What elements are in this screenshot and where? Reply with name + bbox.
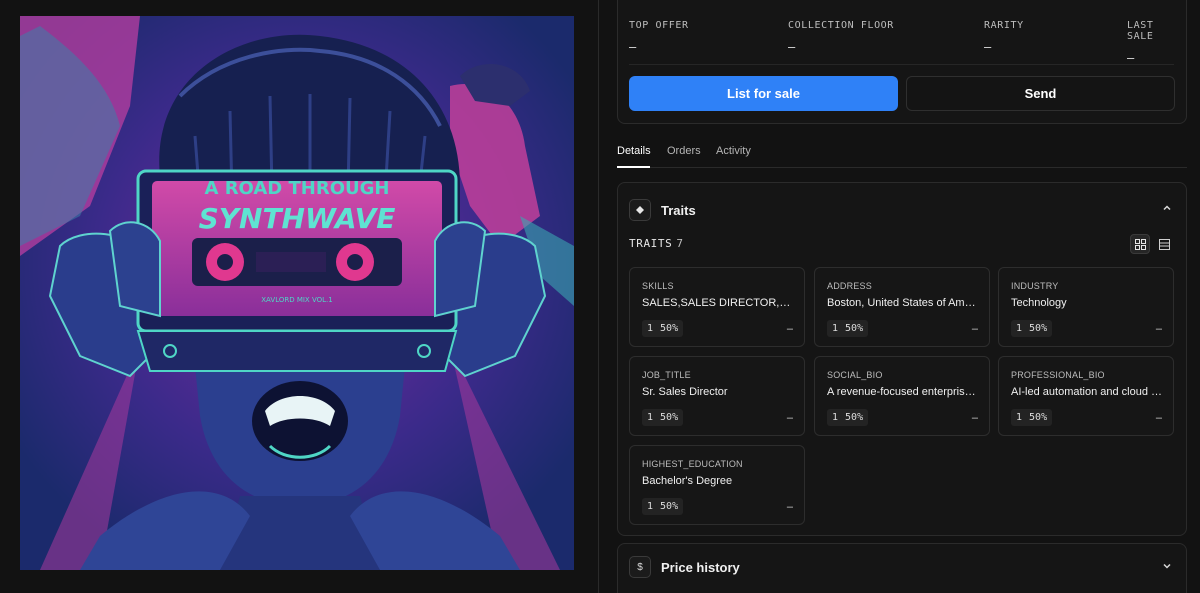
chevron-up-icon[interactable] — [1162, 203, 1172, 216]
traits-section: Traits TRAITS 7 SKILLS SALES,SALES DIRECT… — [617, 182, 1187, 536]
stat-label: COLLECTION FLOOR — [788, 20, 894, 31]
trait-type: HIGHEST_EDUCATION — [642, 459, 743, 469]
trait-type: ADDRESS — [827, 281, 872, 291]
traits-count: 7 — [676, 237, 684, 250]
stat-label: RARITY — [984, 20, 1024, 31]
trait-floor-price: – — [786, 501, 793, 513]
trait-type: SOCIAL_BIO — [827, 370, 883, 380]
stat-rarity: RARITY – — [984, 20, 1024, 54]
price-stats-card: TOP OFFER – COLLECTION FLOOR – RARITY – … — [617, 0, 1187, 124]
trait-count: 1 — [647, 412, 654, 423]
trait-count-badge: 1 50% — [827, 320, 869, 337]
trait-count: 1 — [1016, 323, 1023, 334]
tab-details[interactable]: Details — [617, 145, 651, 157]
trait-value: Boston, United States of Ameri… — [827, 297, 979, 309]
trait-percent: 50% — [1029, 323, 1048, 334]
traits-count-row: TRAITS 7 — [629, 237, 684, 250]
trait-floor-price: – — [971, 323, 978, 335]
stat-value: – — [788, 39, 796, 54]
trait-percent: 50% — [660, 323, 679, 334]
trait-card-industry[interactable]: INDUSTRY Technology 1 50% – — [998, 267, 1174, 347]
chevron-down-icon[interactable] — [1162, 561, 1172, 574]
trait-value: SALES,SALES DIRECTOR,DAT… — [642, 297, 794, 309]
trait-count-badge: 1 50% — [1011, 409, 1053, 426]
price-history-title[interactable]: Price history — [661, 560, 740, 575]
stat-collection-floor: COLLECTION FLOOR – — [788, 20, 894, 54]
trait-count-badge: 1 50% — [827, 409, 869, 426]
trait-percent: 50% — [660, 501, 679, 512]
trait-type: INDUSTRY — [1011, 281, 1059, 291]
artwork-subtitle: XAVLORD MIX VOL.1 — [261, 296, 332, 304]
trait-card-professional-bio[interactable]: PROFESSIONAL_BIO AI-led automation and c… — [998, 356, 1174, 436]
trait-card-job-title[interactable]: JOB_TITLE Sr. Sales Director 1 50% – — [629, 356, 805, 436]
stat-top-offer: TOP OFFER – — [629, 20, 689, 54]
stat-label: LAST SALE — [1127, 20, 1154, 42]
trait-card-social-bio[interactable]: SOCIAL_BIO A revenue-focused enterprise … — [814, 356, 990, 436]
tab-orders[interactable]: Orders — [667, 145, 701, 157]
trait-count-badge: 1 50% — [642, 498, 684, 515]
tab-activity[interactable]: Activity — [716, 145, 751, 157]
trait-card-address[interactable]: ADDRESS Boston, United States of Ameri… … — [814, 267, 990, 347]
artwork-title-line1: A ROAD THROUGH — [205, 178, 390, 199]
stat-value: – — [1127, 50, 1135, 65]
trait-type: JOB_TITLE — [642, 370, 691, 380]
trait-count: 1 — [647, 501, 654, 512]
traits-count-label: TRAITS — [629, 237, 673, 250]
trait-value: Technology — [1011, 297, 1067, 309]
trait-type: SKILLS — [642, 281, 674, 291]
trait-floor-price: – — [786, 323, 793, 335]
trait-count-badge: 1 50% — [642, 320, 684, 337]
trait-floor-price: – — [1155, 412, 1162, 424]
trait-count: 1 — [832, 323, 839, 334]
diamond-icon — [629, 199, 651, 221]
trait-floor-price: – — [1155, 323, 1162, 335]
grid-view-icon[interactable] — [1130, 234, 1150, 254]
trait-count: 1 — [832, 412, 839, 423]
trait-card-skills[interactable]: SKILLS SALES,SALES DIRECTOR,DAT… 1 50% – — [629, 267, 805, 347]
trait-floor-price: – — [971, 412, 978, 424]
trait-type: PROFESSIONAL_BIO — [1011, 370, 1105, 380]
trait-count-badge: 1 50% — [1011, 320, 1053, 337]
trait-percent: 50% — [845, 323, 864, 334]
list-view-icon[interactable] — [1154, 234, 1174, 254]
stat-label: TOP OFFER — [629, 20, 689, 31]
nft-artwork-image[interactable]: A ROAD THROUGH SYNTHWAVE XAVLORD MIX VOL… — [20, 16, 574, 570]
price-history-section[interactable]: $ Price history — [617, 543, 1187, 593]
trait-percent: 50% — [845, 412, 864, 423]
list-for-sale-button[interactable]: List for sale — [629, 76, 898, 111]
stat-value: – — [629, 39, 637, 54]
trait-percent: 50% — [660, 412, 679, 423]
tab-bar: Details Orders Activity — [617, 140, 1187, 168]
stat-value: – — [984, 39, 992, 54]
trait-percent: 50% — [1029, 412, 1048, 423]
trait-floor-price: – — [786, 412, 793, 424]
divider — [629, 64, 1174, 65]
media-panel: A ROAD THROUGH SYNTHWAVE XAVLORD MIX VOL… — [0, 0, 598, 593]
dollar-icon: $ — [629, 556, 651, 578]
trait-value: AI-led automation and cloud m… — [1011, 386, 1163, 398]
trait-count: 1 — [1016, 412, 1023, 423]
trait-card-highest-education[interactable]: HIGHEST_EDUCATION Bachelor's Degree 1 50%… — [629, 445, 805, 525]
details-panel: TOP OFFER – COLLECTION FLOOR – RARITY – … — [599, 0, 1200, 593]
traits-title[interactable]: Traits — [661, 203, 696, 218]
stat-last-sale: LAST SALE – — [1127, 20, 1186, 65]
trait-value: A revenue-focused enterprise s… — [827, 386, 979, 398]
artwork-illustration: A ROAD THROUGH SYNTHWAVE XAVLORD MIX VOL… — [20, 16, 574, 570]
active-tab-indicator — [617, 166, 650, 168]
trait-count-badge: 1 50% — [642, 409, 684, 426]
trait-value: Sr. Sales Director — [642, 386, 728, 398]
artwork-title-line2: SYNTHWAVE — [199, 202, 396, 235]
trait-count: 1 — [647, 323, 654, 334]
send-button[interactable]: Send — [906, 76, 1175, 111]
trait-value: Bachelor's Degree — [642, 475, 733, 487]
